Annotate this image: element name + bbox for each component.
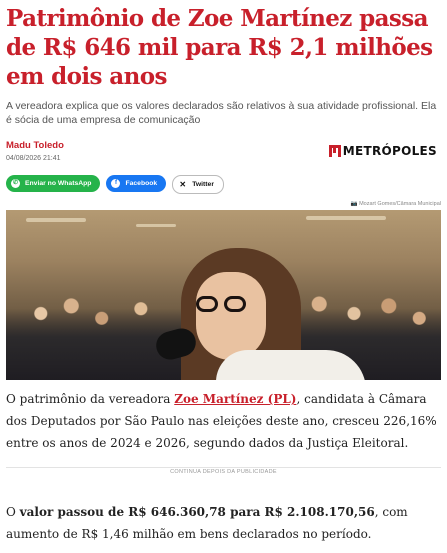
article-meta: Madu Toledo 04/08/2026 21:41 METRÓPOLES: [6, 140, 441, 168]
subject-shirt: [216, 350, 366, 380]
share-facebook-label: Facebook: [125, 180, 158, 187]
article: Patrimônio de Zoe Martínez passa de R$ 6…: [0, 4, 447, 545]
share-bar: ✆ Enviar no WhatsApp f Facebook ✕ Twitte…: [6, 175, 441, 194]
subtitle: A vereadora explica que os valores decla…: [6, 100, 437, 126]
facebook-icon: f: [111, 179, 121, 188]
share-twitter-button[interactable]: ✕ Twitter: [172, 175, 224, 194]
logo-mark-icon: [328, 145, 341, 157]
subject-face: [196, 272, 266, 360]
x-icon: ✕: [179, 180, 187, 189]
photo-credit: 📷 Mozart Gomes/Câmara Municipal: [6, 201, 441, 209]
share-twitter-label: Twitter: [192, 181, 214, 188]
paragraph-2-start: O: [6, 505, 20, 519]
article-photo[interactable]: [6, 210, 441, 380]
paragraph-2: O valor passou de R$ 646.360,78 para R$ …: [6, 501, 441, 545]
share-facebook-button[interactable]: f Facebook: [106, 175, 167, 192]
paragraph-2-highlight: valor passou de R$ 646.360,78 para R$ 2.…: [19, 505, 375, 519]
ad-label: CONTINUA DEPOIS DA PUBLICIDADE: [164, 469, 283, 475]
photo-credit-text: Mozart Gomes/Câmara Municipal: [359, 201, 441, 207]
paragraph-1-start: O patrimônio da vereadora: [6, 392, 175, 406]
logo-text: METRÓPOLES: [342, 144, 437, 158]
share-whatsapp-label: Enviar no WhatsApp: [25, 180, 92, 187]
glasses-shape: [196, 296, 256, 314]
zoe-martinez-link[interactable]: Zoe Martínez (PL): [174, 392, 296, 406]
whatsapp-icon: ✆: [11, 179, 20, 188]
share-whatsapp-button[interactable]: ✆ Enviar no WhatsApp: [6, 175, 101, 192]
paragraph-1: O patrimônio da vereadora Zoe Martínez (…: [6, 388, 441, 454]
ad-separator: CONTINUA DEPOIS DA PUBLICIDADE: [6, 460, 441, 475]
camera-icon: 📷: [350, 201, 360, 207]
metropoles-logo[interactable]: METRÓPOLES: [328, 144, 437, 158]
headline: Patrimônio de Zoe Martínez passa de R$ 6…: [6, 5, 433, 90]
